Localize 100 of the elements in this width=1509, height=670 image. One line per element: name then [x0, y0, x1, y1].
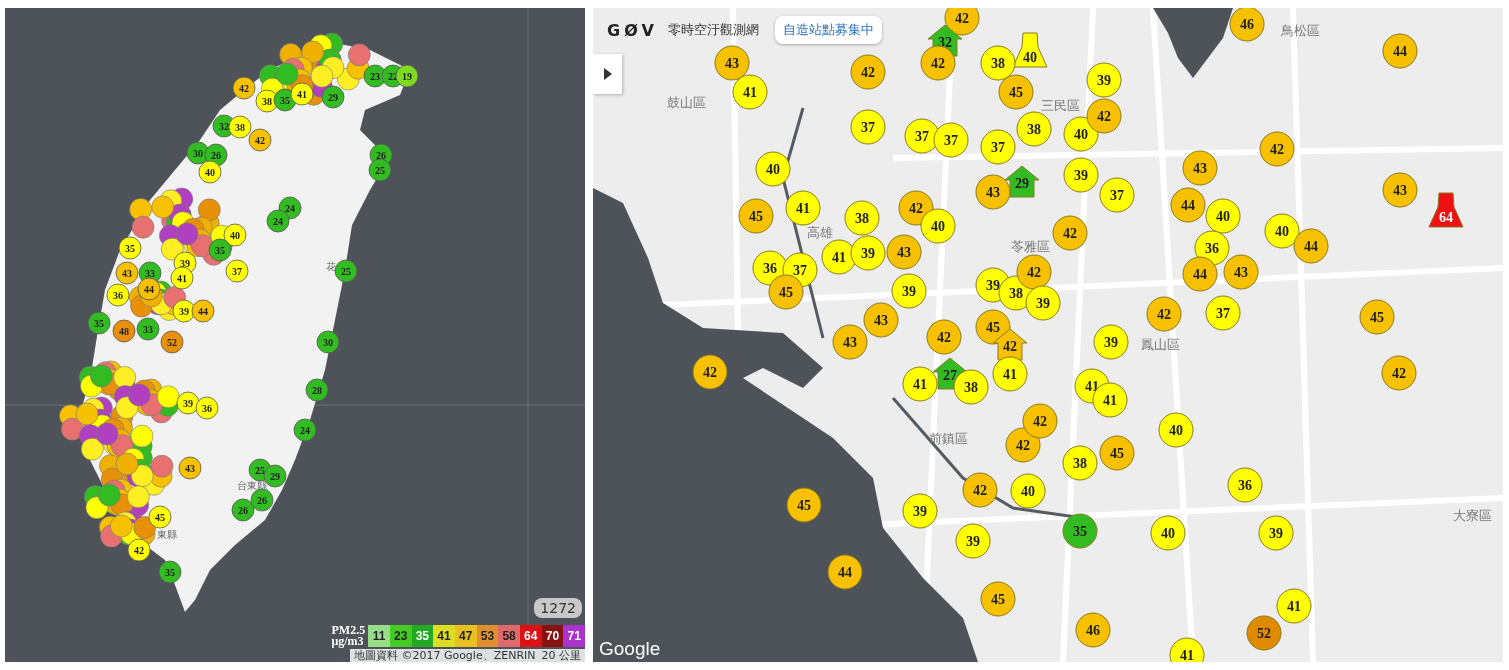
- map-marker[interactable]: 43: [832, 324, 868, 360]
- map-marker[interactable]: 35: [87, 311, 111, 335]
- map-marker[interactable]: 44: [1293, 228, 1329, 264]
- map-marker[interactable]: 39: [1258, 515, 1294, 551]
- map-marker[interactable]: 36: [195, 396, 219, 420]
- map-marker[interactable]: 42: [926, 319, 962, 355]
- map-marker[interactable]: 52: [160, 330, 184, 354]
- map-marker[interactable]: 41: [902, 366, 938, 402]
- recruit-bubble[interactable]: 自造站點募集中: [774, 16, 882, 44]
- map-marker[interactable]: 44: [191, 299, 215, 323]
- map-marker[interactable]: 37: [980, 129, 1016, 165]
- map-marker[interactable]: 41: [1276, 588, 1312, 624]
- logo[interactable]: GØV: [607, 20, 658, 40]
- map-marker[interactable]: 43: [863, 302, 899, 338]
- map-marker[interactable]: 38: [1016, 111, 1052, 147]
- map-marker[interactable]: 43: [714, 45, 750, 81]
- map-marker[interactable]: 45: [980, 581, 1016, 617]
- map-marker[interactable]: 39: [850, 235, 886, 271]
- map-marker[interactable]: 35: [158, 560, 182, 584]
- map-marker[interactable]: 40: [755, 151, 791, 187]
- map-marker[interactable]: 40: [1010, 473, 1046, 509]
- map-marker[interactable]: 43: [886, 234, 922, 270]
- map-marker[interactable]: 43: [975, 174, 1011, 210]
- map-marker[interactable]: 30: [316, 330, 340, 354]
- map-marker[interactable]: 42: [1022, 403, 1058, 439]
- map-marker[interactable]: 42: [1052, 215, 1088, 251]
- map-marker[interactable]: 43: [1182, 150, 1218, 186]
- map-marker[interactable]: 46: [1075, 612, 1111, 648]
- map-marker[interactable]: 45: [738, 198, 774, 234]
- map-marker[interactable]: 45: [786, 487, 822, 523]
- map-marker[interactable]: 42: [1259, 131, 1295, 167]
- map-marker[interactable]: 38: [1062, 445, 1098, 481]
- map-marker[interactable]: 40: [1264, 213, 1300, 249]
- map-marker[interactable]: 39: [902, 493, 938, 529]
- map-marker[interactable]: 40: [1205, 198, 1241, 234]
- map-marker[interactable]: 42: [692, 354, 728, 390]
- map-marker[interactable]: 37: [933, 122, 969, 158]
- map-marker[interactable]: 29: [321, 85, 345, 109]
- map-marker[interactable]: 45: [768, 274, 804, 310]
- map-marker[interactable]: 43: [1223, 254, 1259, 290]
- map-marker[interactable]: 45: [1359, 299, 1395, 335]
- map-marker[interactable]: 45: [1099, 435, 1135, 471]
- map-marker[interactable]: 41: [785, 190, 821, 226]
- map-marker[interactable]: 44: [1182, 256, 1218, 292]
- map-marker[interactable]: 45: [148, 505, 172, 529]
- map-panel[interactable]: [5, 8, 585, 662]
- map-marker[interactable]: 42: [944, 8, 980, 36]
- map-marker[interactable]: 25: [368, 158, 392, 182]
- map-marker[interactable]: 38: [228, 115, 252, 139]
- map-marker[interactable]: 42: [962, 472, 998, 508]
- map-marker[interactable]: 42: [1146, 296, 1182, 332]
- map-marker[interactable]: 35: [118, 236, 142, 260]
- map-marker[interactable]: 42: [248, 128, 272, 152]
- map-marker[interactable]: 41: [1169, 637, 1205, 662]
- map-marker[interactable]: 35: [1062, 513, 1098, 549]
- map-marker[interactable]: 41: [732, 74, 768, 110]
- map-marker[interactable]: 41: [290, 82, 314, 106]
- map-marker[interactable]: 33: [136, 317, 160, 341]
- sidebar-toggle-button[interactable]: [593, 54, 622, 94]
- map-marker[interactable]: 36: [1227, 467, 1263, 503]
- map-marker[interactable]: 44: [1382, 33, 1418, 69]
- map-marker[interactable]: 42: [850, 54, 886, 90]
- map-marker[interactable]: 43: [1382, 172, 1418, 208]
- map-marker[interactable]: 41: [992, 356, 1028, 392]
- map-marker[interactable]: 43: [178, 456, 202, 480]
- map-marker[interactable]: 38: [844, 200, 880, 236]
- map-marker[interactable]: 38: [980, 45, 1016, 81]
- map-marker[interactable]: 40: [223, 223, 247, 247]
- map-marker[interactable]: 44: [1170, 187, 1206, 223]
- map-marker[interactable]: 45: [998, 74, 1034, 110]
- map-marker[interactable]: 39: [1063, 157, 1099, 193]
- map-marker[interactable]: 29: [1004, 165, 1040, 198]
- map-marker[interactable]: 39: [1025, 285, 1061, 321]
- map-marker[interactable]: 40: [1012, 32, 1048, 68]
- map-marker[interactable]: 40: [1150, 515, 1186, 551]
- map-marker[interactable]: 37: [1205, 295, 1241, 331]
- map-marker[interactable]: 28: [305, 378, 329, 402]
- map-marker[interactable]: 64: [1428, 192, 1464, 228]
- map-marker[interactable]: 40: [1158, 412, 1194, 448]
- map-marker[interactable]: 42: [232, 76, 256, 100]
- map-marker[interactable]: 46: [1229, 8, 1265, 42]
- map-marker[interactable]: 52: [1246, 615, 1282, 651]
- map-marker[interactable]: 42: [127, 538, 151, 562]
- map-marker[interactable]: 36: [106, 283, 130, 307]
- map-marker[interactable]: 24: [293, 418, 317, 442]
- map-marker[interactable]: 39: [891, 273, 927, 309]
- map-marker[interactable]: 39: [1093, 324, 1129, 360]
- map-marker[interactable]: 44: [827, 554, 863, 590]
- map-marker[interactable]: 37: [850, 109, 886, 145]
- map-marker[interactable]: 44: [137, 277, 161, 301]
- map-marker[interactable]: 37: [225, 259, 249, 283]
- map-marker[interactable]: 25: [334, 259, 358, 283]
- map-marker[interactable]: 40: [198, 160, 222, 184]
- map-marker[interactable]: 41: [170, 266, 194, 290]
- map-marker[interactable]: 48: [112, 319, 136, 343]
- map-marker[interactable]: 35: [208, 238, 232, 262]
- map-marker[interactable]: 42: [1381, 355, 1417, 391]
- map-marker[interactable]: 19: [395, 64, 419, 88]
- map-marker[interactable]: 43: [115, 261, 139, 285]
- map-marker[interactable]: 39: [955, 523, 991, 559]
